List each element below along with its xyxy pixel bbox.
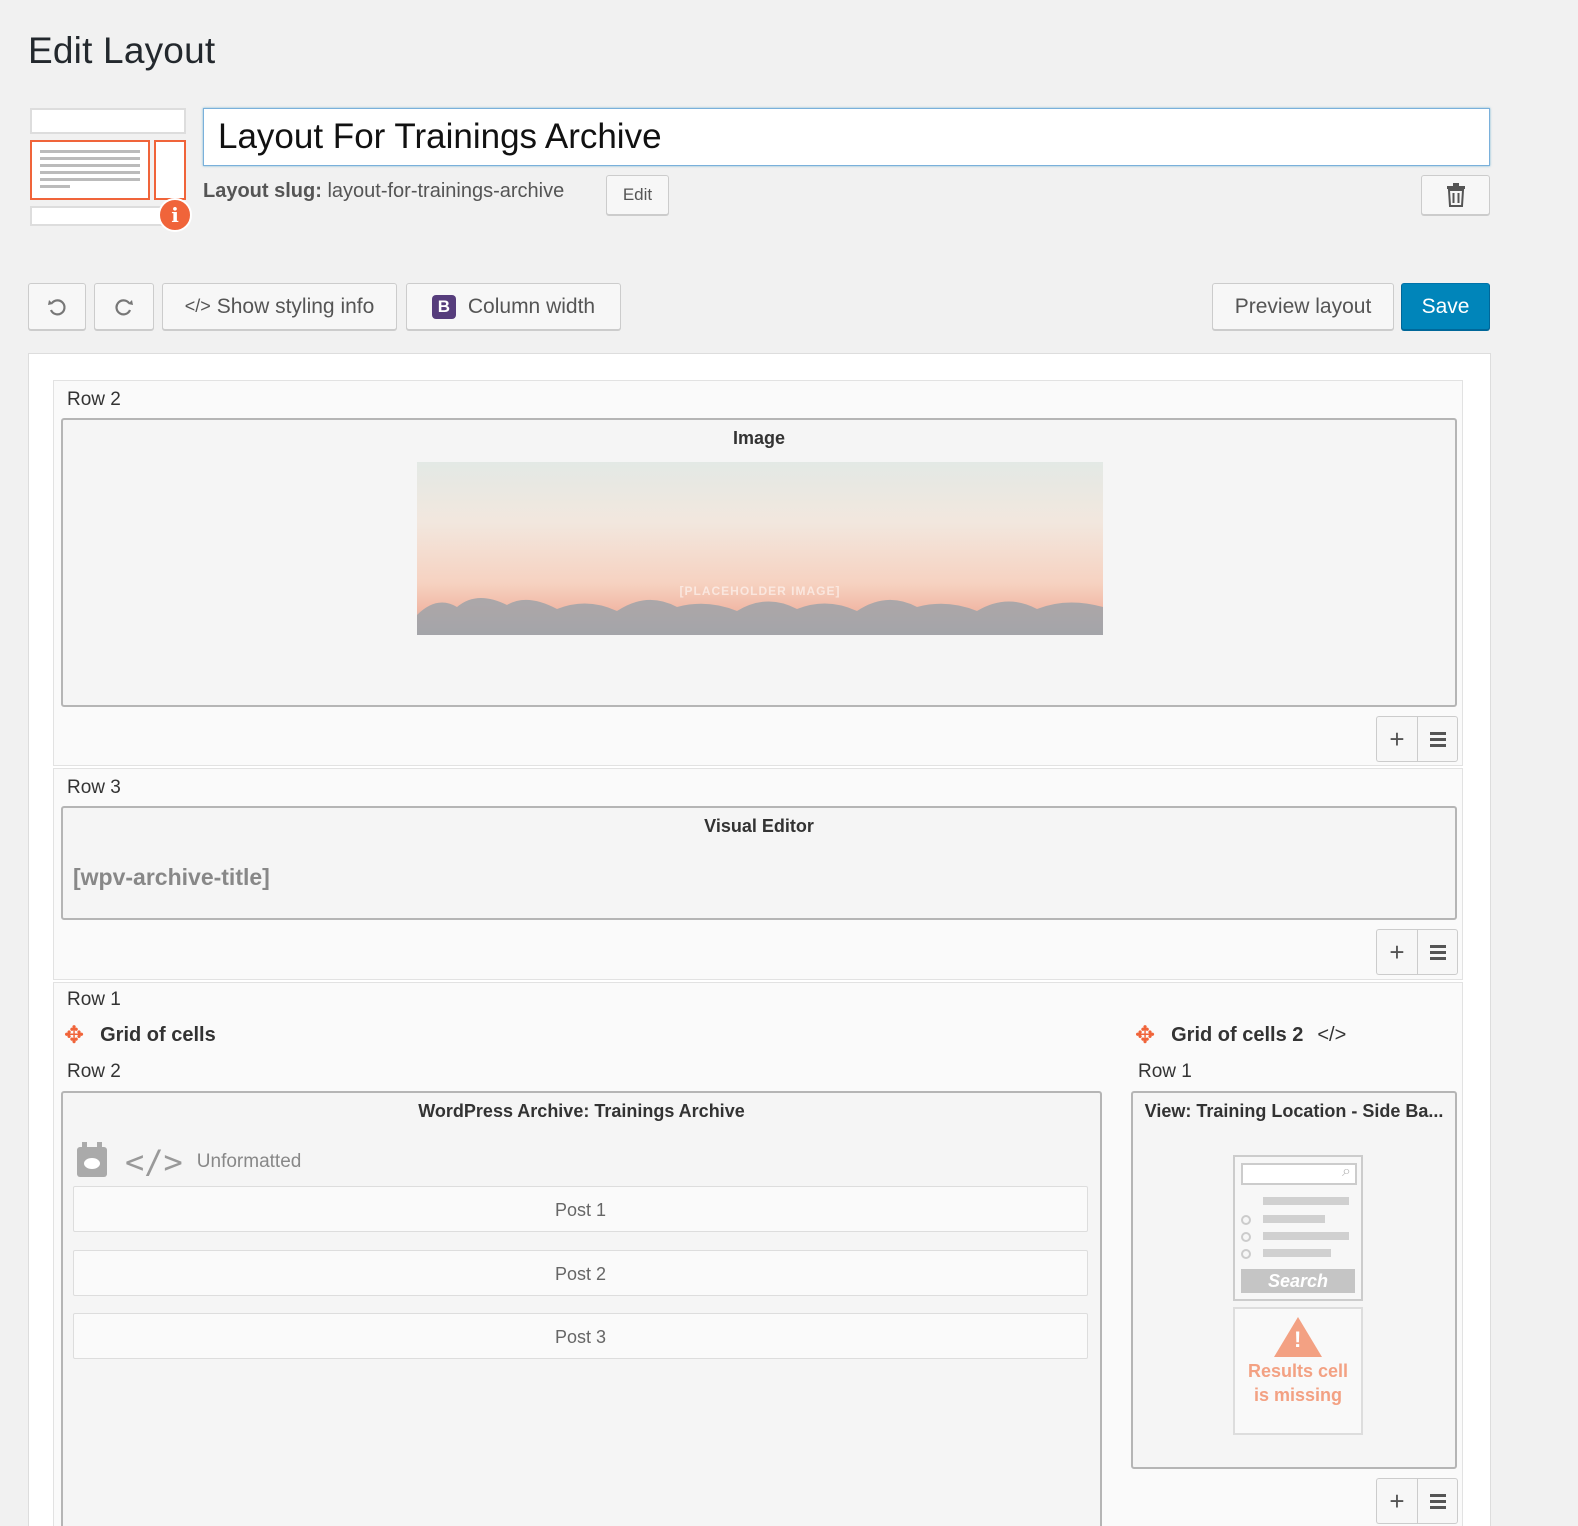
search-form-preview: ⌕ Search	[1233, 1155, 1363, 1301]
shortcode-text: [wpv-archive-title]	[73, 864, 270, 890]
post-item: Post 1	[73, 1186, 1088, 1232]
show-styling-info-label: Show styling info	[216, 294, 375, 318]
undo-icon	[48, 298, 66, 315]
grid-of-cells-2-header[interactable]: ✥ Grid of cells 2 </>	[1135, 1021, 1346, 1050]
row-label: Row 1	[67, 989, 121, 1010]
cell-title: Visual Editor	[704, 816, 814, 836]
grid-title: Grid of cells 2	[1171, 1024, 1304, 1046]
cell-title: WordPress Archive: Trainings Archive	[418, 1101, 745, 1121]
save-button[interactable]: Save	[1401, 283, 1490, 330]
layout-canvas: Row 2 Image [PLACEHOLDER IMAGE] + Row 3 …	[28, 353, 1491, 1526]
layout-thumbnail: i	[28, 108, 192, 232]
move-icon[interactable]: ✥	[1135, 1021, 1155, 1050]
row-tools: +	[1376, 716, 1458, 762]
view-cell[interactable]: View: Training Location - Side Ba... ⌕ S…	[1131, 1091, 1457, 1469]
cell-title: Image	[732, 428, 786, 448]
code-icon[interactable]: </>	[1317, 1024, 1346, 1047]
info-icon[interactable]: i	[158, 198, 192, 232]
plus-icon: +	[1389, 1485, 1405, 1516]
row-tools: +	[1376, 1478, 1458, 1524]
menu-icon	[1429, 944, 1446, 960]
row-label: Row 2	[67, 389, 121, 410]
search-preview-button: Search	[1241, 1269, 1355, 1293]
row-tools: +	[1376, 929, 1458, 975]
results-missing-preview: ! Results cell is missing	[1233, 1307, 1363, 1435]
row-menu-button[interactable]	[1417, 929, 1458, 975]
delete-layout-button[interactable]	[1421, 175, 1490, 215]
warning-icon: !	[1274, 1317, 1322, 1357]
format-label: Unformatted	[196, 1151, 302, 1172]
search-icon: ⌕	[1342, 1163, 1351, 1180]
add-row-button[interactable]: +	[1376, 716, 1417, 762]
missing-line-1: Results cell	[1247, 1361, 1349, 1381]
layout-title-input[interactable]	[203, 108, 1490, 166]
move-icon[interactable]: ✥	[64, 1021, 84, 1050]
column-width-button[interactable]: B Column width	[406, 283, 621, 330]
add-row-button[interactable]: +	[1376, 929, 1417, 975]
grid-of-cells-header[interactable]: ✥ Grid of cells	[64, 1021, 216, 1050]
menu-icon	[1429, 731, 1446, 747]
slug-edit-button[interactable]: Edit	[606, 175, 669, 215]
page-title: Edit Layout	[28, 30, 216, 71]
layout-row-grids[interactable]: Row 1 ✥ Grid of cells Row 2 WordPress Ar…	[53, 982, 1463, 1526]
loop-format: </> Unformatted	[77, 1142, 302, 1181]
visual-editor-cell[interactable]: Visual Editor [wpv-archive-title]	[61, 806, 1457, 920]
row-menu-button[interactable]	[1417, 716, 1458, 762]
layout-slug: Layout slug: layout-for-trainings-archiv…	[203, 180, 564, 203]
slug-value: layout-for-trainings-archive	[327, 180, 565, 202]
redo-icon	[115, 298, 133, 315]
undo-button[interactable]	[28, 283, 86, 330]
column-width-label: Column width	[467, 294, 596, 318]
code-icon: </>	[125, 1143, 183, 1181]
bootstrap-icon: B	[431, 294, 456, 319]
layout-row-image[interactable]: Row 2 Image [PLACEHOLDER IMAGE] +	[53, 380, 1463, 766]
layout-row-visual-editor[interactable]: Row 3 Visual Editor [wpv-archive-title] …	[53, 768, 1463, 980]
menu-icon	[1429, 1493, 1446, 1509]
post-item: Post 2	[73, 1250, 1088, 1296]
calendar-eye-icon	[77, 1142, 107, 1177]
show-styling-info-button[interactable]: </> Show styling info	[162, 283, 397, 330]
cell-title: View: Training Location - Side Ba...	[1144, 1101, 1444, 1121]
row-menu-button[interactable]	[1417, 1478, 1458, 1524]
plus-icon: +	[1389, 936, 1405, 967]
wordpress-archive-cell[interactable]: WordPress Archive: Trainings Archive </>…	[61, 1091, 1102, 1526]
code-icon: </>	[184, 296, 211, 316]
add-row-button[interactable]: +	[1376, 1478, 1417, 1524]
redo-button[interactable]	[94, 283, 154, 330]
image-cell[interactable]: Image [PLACEHOLDER IMAGE]	[61, 418, 1457, 707]
preview-layout-button[interactable]: Preview layout	[1212, 283, 1394, 330]
grid-title: Grid of cells	[100, 1024, 216, 1046]
row-label: Row 3	[67, 777, 121, 798]
placeholder-image: [PLACEHOLDER IMAGE]	[417, 462, 1103, 635]
plus-icon: +	[1389, 723, 1405, 754]
placeholder-caption: [PLACEHOLDER IMAGE]	[679, 584, 841, 598]
slug-label: Layout slug:	[203, 180, 322, 202]
missing-line-2: is missing	[1253, 1385, 1343, 1405]
post-item: Post 3	[73, 1313, 1088, 1359]
grid-row-label: Row 2	[67, 1061, 121, 1082]
grid-row-label: Row 1	[1138, 1061, 1192, 1082]
trash-icon	[1446, 183, 1465, 207]
